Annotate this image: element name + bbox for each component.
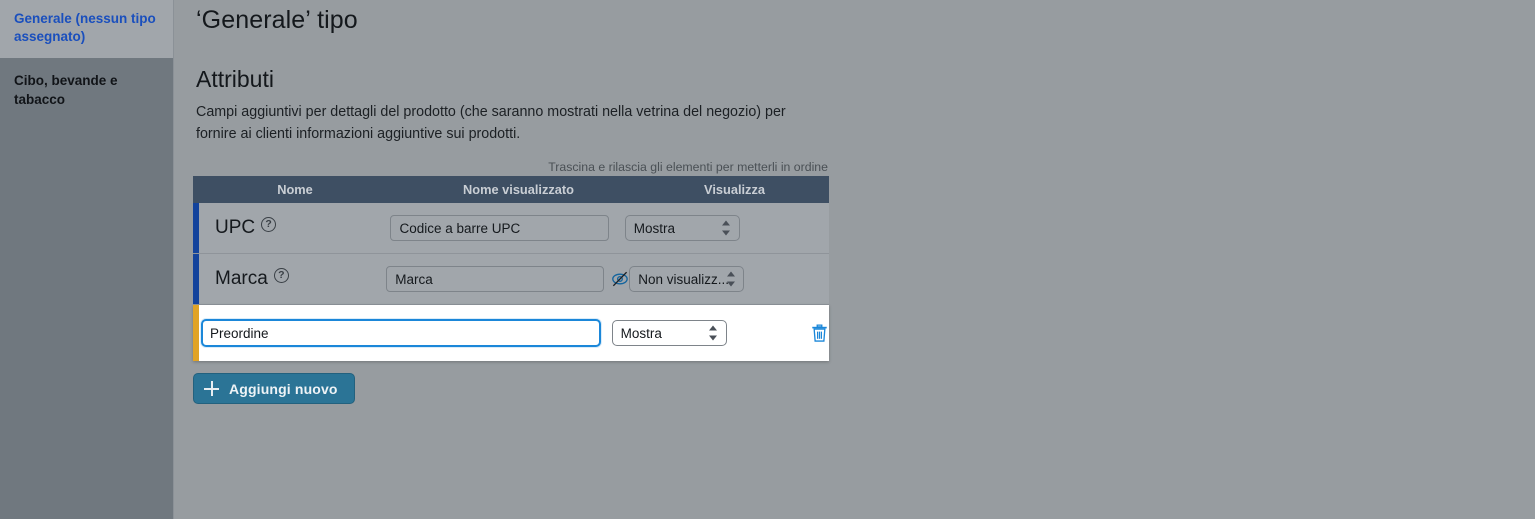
attributes-table: Nome Nome visualizzato Visualizza UPC ? … (193, 176, 829, 361)
visualize-select[interactable]: Mostra (611, 320, 727, 346)
visualize-select[interactable]: Mostra (624, 215, 740, 241)
cell-display-name (390, 215, 624, 241)
table-header-row: Nome Nome visualizzato Visualizza (193, 176, 829, 203)
attribute-name-label: Marca (215, 268, 268, 289)
cell-display-name (201, 319, 612, 347)
table-row-new-attribute[interactable]: Mostra (193, 305, 829, 361)
cell-visualize: Mostra (624, 215, 807, 241)
sidebar-item-cibo-bevande-tabacco[interactable]: Cibo, bevande e tabacco (0, 58, 173, 121)
visualize-select-value: Non visualizz... (638, 271, 729, 287)
column-header-name: Nome (277, 182, 313, 197)
section-title-attributi: Attributi (196, 66, 274, 92)
column-header-visualize: Visualizza (704, 182, 765, 197)
new-attribute-name-input[interactable] (201, 319, 601, 347)
page-title: ‘Generale’ tipo (196, 6, 358, 34)
table-row[interactable]: UPC ? Mostra (193, 203, 829, 254)
visualize-select-value: Mostra (633, 220, 676, 236)
display-name-input[interactable] (386, 266, 605, 292)
help-circle-icon[interactable]: ? (261, 216, 277, 232)
eye-off-icon[interactable] (611, 270, 629, 288)
stepper-arrows-icon (726, 271, 735, 287)
trash-icon[interactable] (810, 323, 829, 344)
cell-visualize: Non visualizz... (629, 266, 807, 292)
stepper-arrows-icon (709, 325, 718, 341)
sidebar: Generale (nessun tipo assegnato) Cibo, b… (0, 0, 174, 519)
app-root: Generale (nessun tipo assegnato) Cibo, b… (0, 0, 1535, 519)
add-new-button[interactable]: Aggiungi nuovo (193, 373, 355, 404)
cell-visualize: Mostra (611, 320, 788, 346)
cell-actions (788, 323, 829, 344)
main-content: ‘Generale’ tipo Attributi Campi aggiunti… (174, 0, 1535, 519)
add-new-button-label: Aggiungi nuovo (229, 380, 338, 397)
drag-drop-hint: Trascina e rilascia gli elementi per met… (548, 160, 828, 174)
visualize-select-value: Mostra (620, 325, 662, 341)
row-accent-bar (193, 203, 199, 253)
stepper-arrows-icon (722, 220, 731, 236)
help-circle-icon[interactable]: ? (273, 267, 289, 283)
plus-icon (204, 381, 219, 396)
section-description: Campi aggiuntivi per dettagli del prodot… (196, 104, 786, 143)
column-header-display-name: Nome visualizzato (463, 182, 574, 197)
sidebar-item-generale[interactable]: Generale (nessun tipo assegnato) (0, 0, 173, 59)
row-accent-bar (193, 254, 199, 304)
row-accent-bar (193, 305, 199, 361)
visualize-select[interactable]: Non visualizz... (629, 266, 745, 292)
attribute-name-label: UPC (215, 217, 256, 238)
cell-attribute-name: Marca ? (201, 267, 386, 290)
table-row[interactable]: Marca ? Non visualizz... (193, 254, 829, 305)
cell-attribute-name: UPC ? (201, 216, 390, 239)
cell-display-name (386, 266, 629, 292)
display-name-input[interactable] (390, 215, 610, 241)
